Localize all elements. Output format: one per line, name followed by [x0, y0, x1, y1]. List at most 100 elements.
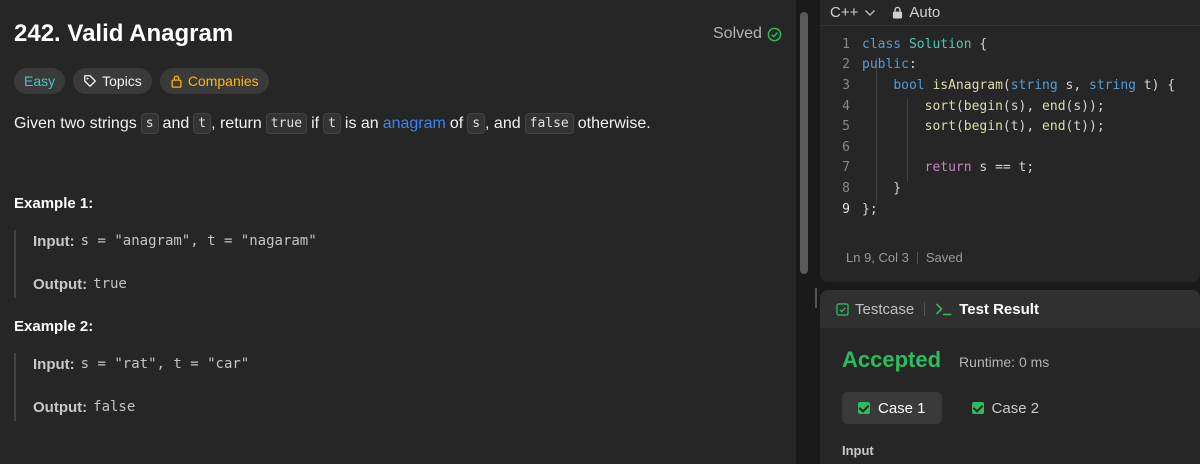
- case-label: Case 1: [878, 399, 926, 417]
- verdict-status: Accepted: [842, 347, 942, 372]
- terminal-icon: [936, 303, 952, 316]
- code-text: return s == t;: [924, 160, 1035, 176]
- anagram-link[interactable]: anagram: [383, 115, 446, 133]
- code-line: 6: [820, 137, 1200, 158]
- input-value: s = "anagram", t = "nagaram": [80, 233, 317, 249]
- problem-title: 242. Valid Anagram: [14, 20, 234, 47]
- line-number: 8: [842, 180, 850, 196]
- code-text: }: [862, 180, 902, 196]
- code-line: 9};: [820, 199, 1200, 220]
- line-number: 3: [842, 77, 850, 93]
- check-circle-icon: [767, 27, 782, 41]
- line-number: 4: [842, 98, 850, 114]
- runtime-value: Runtime: 0 ms: [959, 354, 1050, 370]
- example-title: Example 1:: [14, 195, 94, 212]
- mode-label: Auto: [909, 4, 941, 21]
- output-label: Output:: [33, 398, 88, 416]
- tag-icon: [84, 75, 97, 87]
- example-block: Input: s = "anagram", t = "nagaram" Outp…: [14, 230, 317, 298]
- code-line: 7 return s == t;: [820, 158, 1200, 179]
- language-label: C++: [830, 4, 859, 21]
- language-select[interactable]: C++: [830, 4, 876, 21]
- editor-status-bar: Ln 9, Col 3 Saved: [846, 250, 963, 265]
- desc-text: , return: [211, 114, 262, 132]
- input-label: Input:: [33, 355, 75, 373]
- code-line: 4 sort(begin(s), end(s));: [820, 96, 1200, 117]
- pass-check-icon: [858, 402, 870, 414]
- line-number: 6: [842, 139, 850, 155]
- problem-description: Given two strings s and t , return true …: [14, 113, 651, 134]
- cursor-position: Ln 9, Col 3: [846, 250, 909, 265]
- editor-toolbar: C++ Auto: [820, 0, 1200, 26]
- desc-text: Given two strings: [14, 114, 137, 132]
- code-t: t: [193, 113, 212, 134]
- code-s: s: [140, 113, 159, 134]
- code-text: };: [862, 201, 878, 217]
- example-output: Output: true: [33, 273, 317, 295]
- output-value: false: [93, 399, 136, 415]
- mode-toggle[interactable]: Auto: [892, 4, 940, 21]
- code-false: false: [524, 113, 574, 134]
- desc-text: of: [449, 114, 464, 132]
- tab-test-result-label: Test Result: [959, 300, 1039, 318]
- divider: [916, 251, 918, 264]
- output-label: Output:: [33, 275, 88, 293]
- test-result-panel: Testcase Test Result Accepted Runtime: 0…: [820, 290, 1200, 464]
- case-tabs: Case 1 Case 2: [842, 392, 1055, 424]
- code-text: bool isAnagram(string s, string t) {: [893, 77, 1176, 93]
- code-text: public:: [862, 57, 917, 73]
- description-scrollbar[interactable]: [800, 12, 808, 274]
- difficulty-tag[interactable]: Easy: [14, 68, 66, 94]
- tab-testcase-label: Testcase: [855, 300, 915, 318]
- code-editor-panel: C++ Auto 1 class Solution { 2 public: 3 bo…: [820, 0, 1200, 282]
- code-line: 2 public:: [820, 55, 1200, 76]
- lock-icon: [893, 6, 903, 19]
- line-number: 7: [842, 160, 850, 176]
- example-output: Output: false: [33, 396, 249, 418]
- code-t: t: [323, 113, 341, 134]
- solved-label: Solved: [713, 25, 762, 42]
- resize-grip[interactable]: [815, 288, 817, 308]
- code-area[interactable]: 1 class Solution { 2 public: 3 bool isAnag…: [820, 34, 1200, 219]
- line-number: 2: [842, 57, 850, 73]
- divider: [924, 302, 926, 316]
- desc-text: and: [162, 114, 190, 132]
- companies-tag[interactable]: Companies: [159, 68, 269, 94]
- companies-label: Companies: [187, 73, 259, 89]
- tab-test-result[interactable]: Test Result: [935, 301, 1039, 318]
- checkbox-icon: [836, 302, 849, 316]
- code-text: sort(begin(t), end(t));: [924, 119, 1105, 135]
- topics-tag[interactable]: Topics: [73, 68, 152, 94]
- desc-text: if: [311, 114, 320, 132]
- code-line: 8 }: [820, 178, 1200, 199]
- tab-testcase[interactable]: Testcase: [836, 301, 914, 318]
- example-block: Input: s = "rat", t = "car" Output: fals…: [14, 353, 249, 421]
- difficulty-label: Easy: [24, 73, 56, 89]
- line-number: 5: [842, 119, 850, 135]
- example-title: Example 2:: [14, 318, 94, 335]
- input-label: Input:: [33, 232, 75, 250]
- code-s: s: [467, 113, 486, 134]
- solved-badge: Solved: [713, 25, 782, 43]
- input-section-label: Input: [842, 443, 874, 458]
- desc-text: otherwise.: [577, 114, 651, 132]
- topics-label: Topics: [102, 73, 142, 89]
- save-status: Saved: [925, 250, 963, 265]
- code-text: class Solution {: [862, 36, 988, 52]
- lock-icon: [171, 75, 182, 88]
- desc-text: is an: [344, 114, 379, 132]
- example-input: Input: s = "anagram", t = "nagaram": [33, 230, 317, 252]
- verdict-row: Accepted Runtime: 0 ms: [842, 347, 1049, 373]
- input-value: s = "rat", t = "car": [80, 356, 250, 372]
- code-line: 5 sort(begin(t), end(t));: [820, 116, 1200, 137]
- result-tabs: Testcase Test Result: [820, 290, 1200, 328]
- code-true: true: [265, 113, 308, 134]
- pass-check-icon: [971, 402, 984, 414]
- chevron-down-icon: [865, 9, 876, 16]
- case-tab-2[interactable]: Case 2: [956, 392, 1056, 424]
- case-tab-1[interactable]: Case 1: [842, 392, 942, 424]
- case-label: Case 2: [991, 399, 1040, 417]
- output-value: true: [93, 276, 127, 292]
- code-text: sort(begin(s), end(s));: [924, 98, 1105, 114]
- code-line: 1 class Solution {: [820, 34, 1200, 55]
